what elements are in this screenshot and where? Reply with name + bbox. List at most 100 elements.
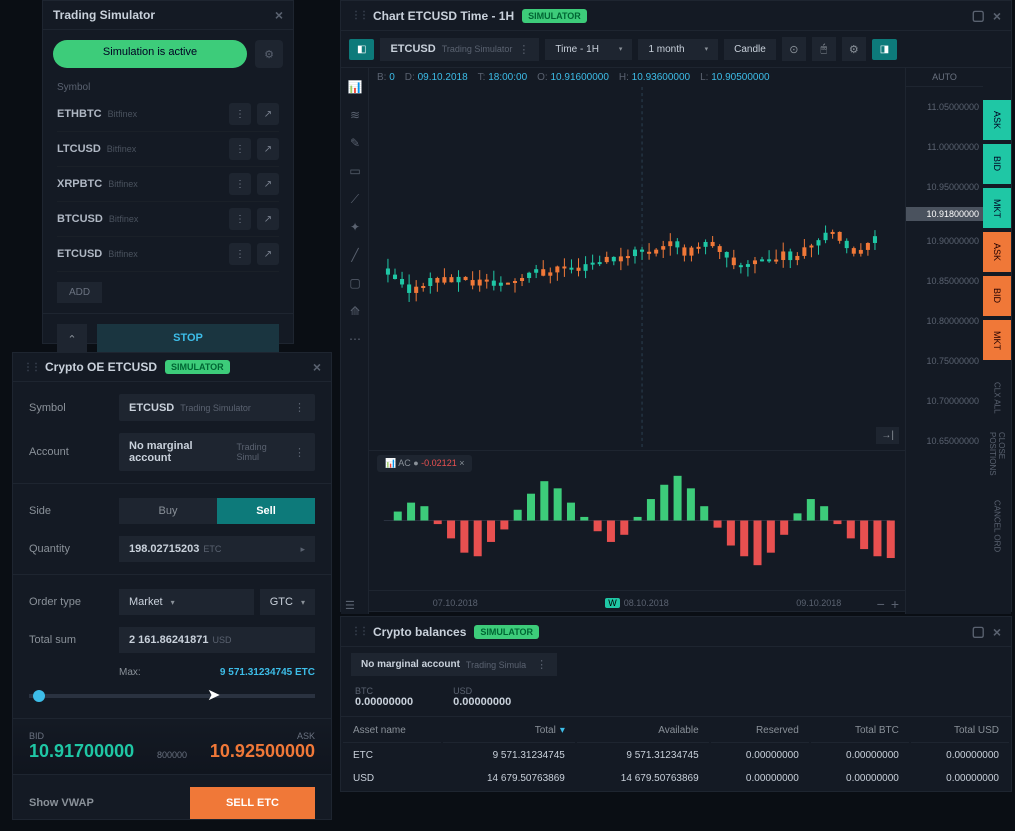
ask-price[interactable]: 10.92500000 xyxy=(193,741,315,762)
max-value[interactable]: 9 571.31234745 ETC xyxy=(220,667,315,678)
fib-icon[interactable]: ⟰ xyxy=(341,298,369,324)
ohlc-bar: B: 0 D: 09.10.2018 T: 18:00:00 O: 10.916… xyxy=(369,68,905,87)
popout-icon[interactable]: ↗ xyxy=(257,173,279,195)
show-vwap-button[interactable]: Show VWAP xyxy=(29,797,94,809)
add-button[interactable]: ADD xyxy=(57,282,102,303)
line-icon[interactable]: ╱ xyxy=(341,242,369,268)
goto-last-icon[interactable]: →| xyxy=(876,427,899,444)
col-header[interactable]: Reserved xyxy=(711,719,809,743)
auto-scale-button[interactable]: AUTO xyxy=(906,68,983,87)
chart-header[interactable]: ⋮⋮ Chart ETCUSD Time - 1H SIMULATOR ▢ × xyxy=(341,1,1011,31)
balances-panel: ⋮⋮ Crypto balances SIMULATOR ▢ × No marg… xyxy=(340,616,1012,792)
mkt-button[interactable]: MKT xyxy=(983,188,1011,228)
side-label: Side xyxy=(29,505,109,517)
drag-handle-icon[interactable]: ⋮⋮ xyxy=(351,626,367,637)
layout-right-icon[interactable]: ◨ xyxy=(872,39,897,60)
col-header[interactable]: Total▾ xyxy=(443,719,575,743)
gear-icon[interactable]: ⚙ xyxy=(255,40,283,68)
col-header[interactable]: Total USD xyxy=(911,719,1009,743)
col-header[interactable]: Total BTC xyxy=(811,719,909,743)
col-header[interactable]: Available xyxy=(577,719,709,743)
clx-all-button[interactable]: CLX ALL xyxy=(983,368,1011,428)
layers-icon[interactable]: ≋ xyxy=(341,102,369,128)
cancel-orders-button[interactable]: CANCEL ORD xyxy=(983,496,1011,556)
symbol-row[interactable]: LTCUSD Bitfinex ⋮ ↗ xyxy=(57,132,279,167)
more-icon[interactable]: ⋯ xyxy=(341,326,369,352)
crosshair-icon[interactable]: ✦ xyxy=(341,214,369,240)
symbol-row[interactable]: ETCUSD Bitfinex ⋮ ↗ xyxy=(57,237,279,272)
price-axis[interactable]: AUTO 11.0500000011.0000000010.9500000010… xyxy=(905,68,983,614)
balance-account-selector[interactable]: No marginal account Trading Simula ⋮ xyxy=(351,653,557,676)
popout-icon[interactable]: ↗ xyxy=(257,103,279,125)
chevron-up-icon[interactable]: ⌃ xyxy=(57,324,87,354)
max-label: Max: xyxy=(119,667,141,678)
maximize-icon[interactable]: ▢ xyxy=(972,623,985,640)
period-select[interactable]: 1 month▾ xyxy=(638,39,718,60)
pencil-icon[interactable]: ✎ xyxy=(341,130,369,156)
oe-title: Crypto OE ETCUSD xyxy=(45,360,157,374)
tif-select[interactable]: GTC▾ xyxy=(260,589,315,615)
symbol-row[interactable]: XRPBTC Bitfinex ⋮ ↗ xyxy=(57,167,279,202)
close-icon[interactable]: × xyxy=(313,359,321,375)
drag-handle-icon[interactable]: ⋮⋮ xyxy=(351,10,367,21)
rect-icon[interactable]: ▢ xyxy=(341,270,369,296)
timeframe-select[interactable]: Time - 1H▾ xyxy=(545,39,632,60)
indicator-icon[interactable]: 📊 xyxy=(341,74,369,100)
close-icon[interactable]: × xyxy=(275,7,283,23)
popout-icon[interactable]: ↗ xyxy=(257,243,279,265)
mkt-sell-button[interactable]: MKT xyxy=(983,320,1011,360)
chevron-icon[interactable]: ▸ xyxy=(300,544,305,555)
symbol-row[interactable]: BTCUSD Bitfinex ⋮ ↗ xyxy=(57,202,279,237)
symbol-selector[interactable]: ETCUSD Trading Simulator ⋮ xyxy=(119,394,315,421)
bal-header[interactable]: ⋮⋮ Crypto balances SIMULATOR ▢ × xyxy=(341,617,1011,647)
indicator-chart[interactable]: 📊 AC ● -0.02121 × ☰ − + xyxy=(369,450,905,590)
total-field[interactable]: 2 161.86241871 USD xyxy=(119,627,315,653)
table-row[interactable]: USD14 679.5076386914 679.507638690.00000… xyxy=(343,768,1009,789)
more-icon[interactable]: ⋮ xyxy=(229,208,251,230)
drag-handle-icon[interactable]: ⋮⋮ xyxy=(23,362,39,373)
more-icon[interactable]: ⋮ xyxy=(229,173,251,195)
more-icon[interactable]: ⋮ xyxy=(229,138,251,160)
maximize-icon[interactable]: ▢ xyxy=(972,7,985,24)
popout-icon[interactable]: ↗ xyxy=(257,138,279,160)
bid-button[interactable]: BID xyxy=(983,144,1011,184)
more-icon[interactable]: ⋮ xyxy=(229,103,251,125)
ask-button[interactable]: ASK xyxy=(983,100,1011,140)
list-icon[interactable]: ☰ xyxy=(345,599,355,612)
bid-price[interactable]: 10.91700000 xyxy=(29,741,151,762)
oe-header[interactable]: ⋮⋮ Crypto OE ETCUSD SIMULATOR × xyxy=(13,353,331,382)
popout-icon[interactable]: ↗ xyxy=(257,208,279,230)
stop-button[interactable]: STOP xyxy=(97,324,279,354)
sell-button[interactable]: Sell xyxy=(217,498,315,524)
ask-sell-button[interactable]: ASK xyxy=(983,232,1011,272)
time-axis[interactable]: 07.10.2018 W08.10.2018 09.10.2018 xyxy=(369,590,905,614)
gear-icon[interactable]: ⚙ xyxy=(842,37,866,61)
bid-label: BID xyxy=(29,731,151,741)
buy-button[interactable]: Buy xyxy=(119,498,217,524)
close-icon[interactable]: × xyxy=(993,8,1001,24)
layout-icon[interactable]: ◧ xyxy=(349,39,374,60)
table-row[interactable]: ETC9 571.312347459 571.312347450.0000000… xyxy=(343,745,1009,766)
col-header[interactable]: Asset name xyxy=(343,719,441,743)
more-icon[interactable]: ⋮ xyxy=(294,401,305,414)
sim-header[interactable]: Trading Simulator × xyxy=(43,1,293,30)
mouse-icon[interactable]: 🖱 xyxy=(812,37,836,61)
candle-chart[interactable]: →| xyxy=(369,87,905,450)
sell-submit-button[interactable]: SELL ETC xyxy=(190,787,315,819)
quantity-slider[interactable] xyxy=(29,694,315,698)
quantity-input[interactable]: 198.02715203 ETC ▸ xyxy=(119,536,315,562)
more-icon[interactable]: ⋮ xyxy=(229,243,251,265)
chart-style-select[interactable]: Candle xyxy=(724,39,776,60)
close-icon[interactable]: × xyxy=(993,624,1001,640)
bid-sell-button[interactable]: BID xyxy=(983,276,1011,316)
slider-thumb[interactable] xyxy=(33,690,45,702)
close-positions-button[interactable]: CLOSE POSITIONS xyxy=(983,432,1011,492)
search-icon[interactable]: ⊙ xyxy=(782,37,806,61)
account-selector[interactable]: No marginal account Trading Simul ⋮ xyxy=(119,433,315,471)
more-icon[interactable]: ⋮ xyxy=(294,446,305,459)
frame-icon[interactable]: ▭ xyxy=(341,158,369,184)
chart-symbol-selector[interactable]: ETCUSD Trading Simulator ⋮ xyxy=(380,38,539,61)
order-type-select[interactable]: Market▾ xyxy=(119,589,254,615)
measure-icon[interactable]: ⟋ xyxy=(341,186,369,212)
symbol-row[interactable]: ETHBTC Bitfinex ⋮ ↗ xyxy=(57,97,279,132)
